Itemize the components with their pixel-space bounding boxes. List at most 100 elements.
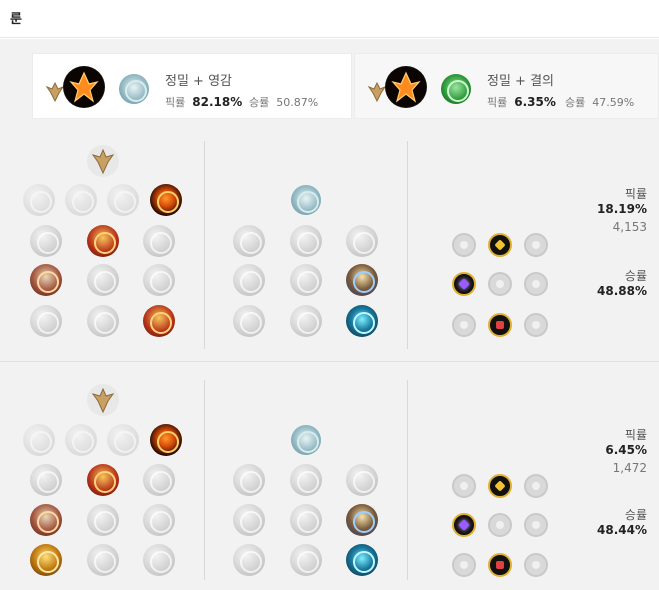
minion-dematerializer-icon xyxy=(290,504,322,536)
win-value: 48.88% xyxy=(597,284,647,298)
precision-tree-icon xyxy=(87,145,119,177)
fleet-footwork-icon xyxy=(107,184,139,216)
approach-velocity-icon xyxy=(290,544,322,576)
win-rate: 승률 50.87% xyxy=(249,94,318,110)
divider xyxy=(204,141,205,349)
inspiration-tree-icon xyxy=(291,425,321,455)
rune-build-1: 픽률 18.19% 4,153 승률 48.88% xyxy=(0,129,659,361)
perfect-timing-icon xyxy=(346,225,378,257)
presence-of-mind-icon xyxy=(143,225,175,257)
precision-tree-icon xyxy=(46,82,64,102)
section-title: 룬 xyxy=(10,12,22,27)
shard-armor-icon xyxy=(488,553,512,577)
biscuit-delivery-icon xyxy=(346,264,378,296)
legend-alacrity-icon xyxy=(30,504,62,536)
rune-build-2: 픽률 6.45% 1,472 승률 48.44% xyxy=(0,362,659,590)
hextech-flashtraption-icon xyxy=(233,464,265,496)
pick-value: 6.45% xyxy=(605,443,647,457)
games-count: 1,472 xyxy=(612,461,647,475)
presence-of-mind-icon xyxy=(143,464,175,496)
cosmic-insight-icon xyxy=(233,305,265,337)
cut-down-icon xyxy=(87,544,119,576)
approach-velocity-icon xyxy=(290,305,322,337)
shard-magic-resist-icon xyxy=(524,513,548,537)
win-rate: 승률 47.59% xyxy=(565,94,634,110)
magical-footwear-icon xyxy=(290,464,322,496)
perfect-timing-icon xyxy=(346,464,378,496)
pick-label: 픽률 xyxy=(487,96,508,109)
tab-name: 정밀 + 영감 xyxy=(165,74,232,89)
pick-label: 픽률 xyxy=(624,187,647,201)
shard-adaptive-icon xyxy=(452,474,476,498)
inspiration-tree-icon xyxy=(119,74,149,104)
win-value: 47.59% xyxy=(592,96,635,109)
build-win-stats: 승률 48.44% xyxy=(597,506,647,537)
shard-attack-speed-icon xyxy=(488,233,512,257)
precision-tree-icon xyxy=(87,384,119,416)
pick-value: 18.19% xyxy=(597,202,647,216)
divider xyxy=(204,380,205,580)
future-market-icon xyxy=(233,264,265,296)
last-stand-icon xyxy=(143,305,175,337)
time-warp-tonic-icon xyxy=(346,544,378,576)
overheal-icon xyxy=(30,225,62,257)
shard-attack-speed-icon xyxy=(488,474,512,498)
time-warp-tonic-icon xyxy=(346,305,378,337)
shard-adaptive-icon xyxy=(452,233,476,257)
electrocute-icon xyxy=(150,184,182,216)
build-win-stats: 승률 48.88% xyxy=(597,267,647,298)
last-stand-icon xyxy=(143,544,175,576)
win-label: 승률 xyxy=(624,269,647,283)
shard-haste-icon xyxy=(524,233,548,257)
coup-de-grace-icon xyxy=(30,544,62,576)
header: 룬 xyxy=(0,0,659,38)
pick-rate: 픽률 6.35% xyxy=(487,94,556,110)
legend-bloodline-icon xyxy=(143,264,175,296)
cut-down-icon xyxy=(87,305,119,337)
legend-bloodline-icon xyxy=(143,504,175,536)
electrocute-keystone-icon xyxy=(63,66,105,108)
tab-name: 정밀 + 결의 xyxy=(487,74,554,89)
pick-label: 픽률 xyxy=(624,428,647,442)
rune-tab-precision-inspiration[interactable]: 정밀 + 영감 픽률 82.18% 승률 50.87% xyxy=(32,53,352,119)
precision-tree-icon xyxy=(368,82,386,102)
legend-tenacity-icon xyxy=(87,264,119,296)
electrocute-icon xyxy=(150,424,182,456)
win-label: 승률 xyxy=(565,96,586,109)
hextech-flashtraption-icon xyxy=(233,225,265,257)
press-the-attack-icon xyxy=(23,424,55,456)
resolve-tree-icon xyxy=(441,74,471,104)
legend-tenacity-icon xyxy=(87,504,119,536)
shard-health-icon xyxy=(452,553,476,577)
shard-adaptive-icon xyxy=(452,272,476,296)
pick-rate: 픽률 82.18% xyxy=(165,94,242,110)
lethal-tempo-icon xyxy=(65,424,97,456)
overheal-icon xyxy=(30,464,62,496)
inspiration-tree-icon xyxy=(291,185,321,215)
shard-adaptive-icon xyxy=(452,513,476,537)
win-label: 승률 xyxy=(249,96,270,109)
divider xyxy=(407,141,408,349)
coup-de-grace-icon xyxy=(30,305,62,337)
triumph-icon xyxy=(87,225,119,257)
shard-armor-icon xyxy=(488,272,512,296)
win-value: 50.87% xyxy=(276,96,319,109)
shard-magic-resist-icon xyxy=(524,313,548,337)
pick-label: 픽률 xyxy=(165,96,186,109)
build-pick-stats: 픽률 18.19% 4,153 xyxy=(597,185,647,234)
games-count: 4,153 xyxy=(612,220,647,234)
future-market-icon xyxy=(233,504,265,536)
triumph-icon xyxy=(87,464,119,496)
rune-tab-precision-resolve[interactable]: 정밀 + 결의 픽률 6.35% 승률 47.59% xyxy=(354,53,659,119)
shard-armor-icon xyxy=(488,313,512,337)
build-pick-stats: 픽률 6.45% 1,472 xyxy=(605,426,647,475)
biscuit-delivery-icon xyxy=(346,504,378,536)
shard-haste-icon xyxy=(524,474,548,498)
press-the-attack-icon xyxy=(23,184,55,216)
electrocute-keystone-icon xyxy=(385,66,427,108)
magical-footwear-icon xyxy=(290,225,322,257)
divider xyxy=(407,380,408,580)
win-label: 승률 xyxy=(624,508,647,522)
minion-dematerializer-icon xyxy=(290,264,322,296)
rune-page-tabs: 정밀 + 영감 픽률 82.18% 승률 50.87% 정밀 + 결의 픽률 6… xyxy=(0,39,659,129)
